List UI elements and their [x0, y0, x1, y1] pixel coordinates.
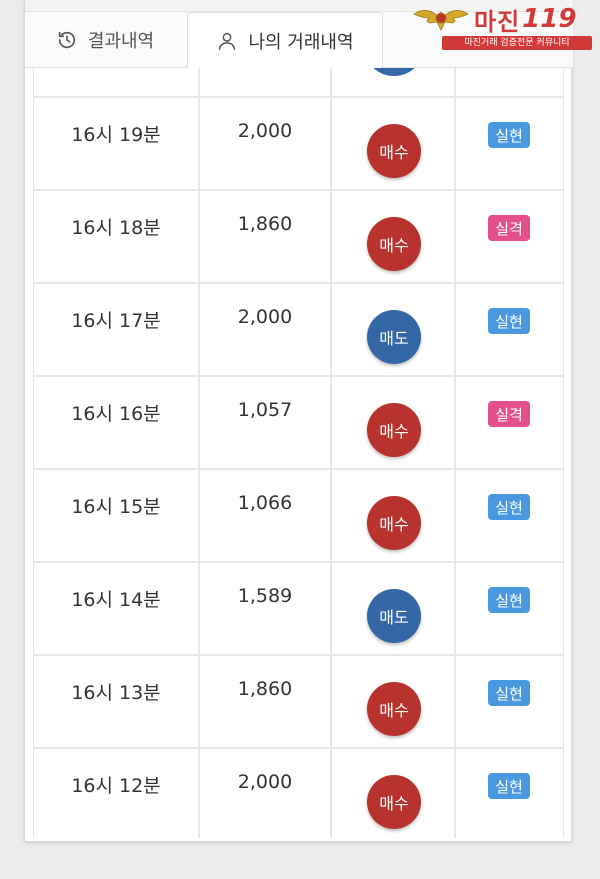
trade-amount: 2,000 — [237, 771, 293, 793]
sell-badge: 매도 — [367, 310, 421, 364]
amount-cell: 1,589 — [200, 563, 332, 656]
buy-badge: 매수 — [367, 496, 421, 550]
trade-time: 16시 16분 — [71, 403, 161, 425]
amount-cell: 1,860 — [200, 656, 332, 749]
trade-amount: 2,000 — [237, 120, 293, 142]
result-cell: 실현 — [456, 563, 563, 656]
buy-badge: 매수 — [367, 217, 421, 271]
side-circle-partial — [367, 68, 421, 76]
result-cell: 실현 — [456, 284, 563, 377]
tab-results[interactable]: 결과내역 — [25, 12, 185, 68]
side-cell: 매수 — [332, 470, 456, 563]
buy-badge: 매수 — [367, 403, 421, 457]
trade-row: 16시 17분 2,000 매도 실현 — [34, 284, 563, 377]
time-cell: 16시 13분 — [34, 656, 200, 749]
tab-results-label: 결과내역 — [87, 31, 155, 52]
trade-table[interactable]: 16시 19분 2,000 매수 실현 16시 18분 1,860 매수 실격 16시 17분 2… — [33, 68, 564, 838]
side-cell: 매수 — [332, 377, 456, 470]
side-cell: 매도 — [332, 284, 456, 377]
trade-time: 16시 19분 — [71, 124, 161, 146]
trade-time: 16시 12분 — [71, 775, 161, 797]
result-success-badge: 실현 — [488, 122, 530, 148]
time-cell: 16시 15분 — [34, 470, 200, 563]
trade-amount: 2,000 — [237, 306, 293, 328]
trade-row: 16시 12분 2,000 매수 실현 — [34, 749, 563, 838]
result-cell: 실현 — [456, 470, 563, 563]
result-cell: 실현 — [456, 749, 563, 838]
logo-tagline: 마진거래 검증전문 커뮤니티 — [442, 36, 592, 50]
trade-time: 16시 15분 — [71, 496, 161, 518]
site-logo: 마진 119 마진거래 검증전문 커뮤니티 — [412, 4, 592, 50]
trade-row: 16시 13분 1,860 매수 실현 — [34, 656, 563, 749]
result-cell: 실현 — [456, 656, 563, 749]
result-success-badge: 실현 — [488, 587, 530, 613]
time-cell: 16시 19분 — [34, 98, 200, 191]
amount-cell: 1,860 — [200, 191, 332, 284]
amount-cell: 1,057 — [200, 377, 332, 470]
trade-history-card: 결과내역 나의 거래내역 16시 19분 2,000 매수 실현 16시 18분 1,86… — [24, 0, 573, 842]
result-cell: 실격 — [456, 377, 563, 470]
tab-my-trades-label: 나의 거래내역 — [248, 31, 354, 53]
trade-amount: 1,860 — [237, 678, 293, 700]
trade-row: 16시 18분 1,860 매수 실격 — [34, 191, 563, 284]
buy-badge: 매수 — [367, 775, 421, 829]
trade-amount: 1,860 — [237, 213, 293, 235]
time-cell: 16시 14분 — [34, 563, 200, 656]
side-cell: 매수 — [332, 749, 456, 838]
tab-my-trades[interactable]: 나의 거래내역 — [187, 12, 383, 69]
result-fail-badge: 실격 — [488, 215, 530, 241]
result-success-badge: 실현 — [488, 494, 530, 520]
side-cell: 매수 — [332, 191, 456, 284]
trade-row: 16시 14분 1,589 매도 실현 — [34, 563, 563, 656]
trade-time: 16시 14분 — [71, 589, 161, 611]
trade-amount: 1,057 — [237, 399, 293, 421]
partial-row-top — [34, 68, 563, 98]
amount-cell: 2,000 — [200, 98, 332, 191]
trade-time: 16시 17분 — [71, 310, 161, 332]
trade-amount: 1,589 — [237, 585, 293, 607]
eagle-emblem-icon — [413, 10, 469, 31]
trade-time: 16시 13분 — [71, 682, 161, 704]
user-icon — [216, 30, 238, 52]
history-icon — [56, 29, 78, 51]
amount-cell: 2,000 — [200, 284, 332, 377]
trade-amount: 1,066 — [237, 492, 293, 514]
amount-cell: 2,000 — [200, 749, 332, 838]
side-cell: 매수 — [332, 98, 456, 191]
result-success-badge: 실현 — [488, 680, 530, 706]
logo-name: 마진 — [474, 7, 521, 36]
result-success-badge: 실현 — [488, 308, 530, 334]
buy-badge: 매수 — [367, 124, 421, 178]
result-fail-badge: 실격 — [488, 401, 530, 427]
logo-number: 119 — [522, 4, 577, 34]
result-cell: 실격 — [456, 191, 563, 284]
side-cell: 매수 — [332, 656, 456, 749]
time-cell: 16시 16분 — [34, 377, 200, 470]
result-success-badge: 실현 — [488, 773, 530, 799]
trade-time: 16시 18분 — [71, 217, 161, 239]
amount-cell: 1,066 — [200, 470, 332, 563]
time-cell: 16시 17분 — [34, 284, 200, 377]
trade-row: 16시 19분 2,000 매수 실현 — [34, 98, 563, 191]
buy-badge: 매수 — [367, 682, 421, 736]
sell-badge: 매도 — [367, 589, 421, 643]
result-cell: 실현 — [456, 98, 563, 191]
trade-row: 16시 15분 1,066 매수 실현 — [34, 470, 563, 563]
time-cell: 16시 12분 — [34, 749, 200, 838]
trade-row: 16시 16분 1,057 매수 실격 — [34, 377, 563, 470]
time-cell: 16시 18분 — [34, 191, 200, 284]
side-cell: 매도 — [332, 563, 456, 656]
